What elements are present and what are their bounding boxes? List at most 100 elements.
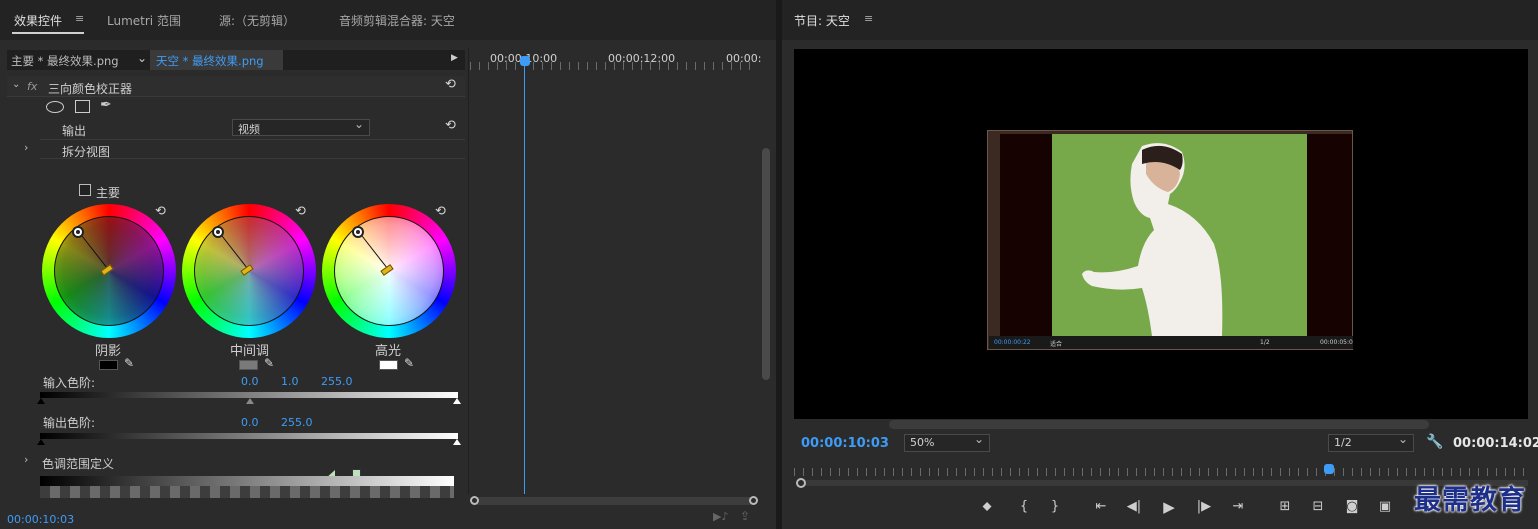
divider: [40, 158, 465, 159]
comparison-view-button[interactable]: ▣: [1374, 499, 1396, 514]
effect-controls-panel: 效果控件 ≡ Lumetri 范围 源:（无剪辑） 音频剪辑混合器: 天空 主要…: [0, 0, 776, 529]
disclosure-icon[interactable]: ⌄: [12, 79, 20, 90]
step-forward-button[interactable]: |▶: [1193, 499, 1215, 514]
output-levels-gradient: [40, 433, 458, 439]
step-back-button[interactable]: ◀|: [1123, 499, 1145, 514]
mini-timeline-ruler[interactable]: [794, 468, 1528, 476]
footer-timecode[interactable]: 00:00:10:03: [7, 513, 74, 526]
wrench-icon[interactable]: 🔧: [1426, 434, 1443, 450]
inner-fit: 适合: [1050, 341, 1063, 348]
current-timecode[interactable]: 00:00:10:03: [801, 436, 889, 451]
chevron-right-icon[interactable]: ›: [24, 141, 28, 154]
reset-icon[interactable]: ⟲: [445, 77, 456, 92]
shadows-swatch[interactable]: [99, 360, 118, 370]
mini-playhead[interactable]: [1324, 464, 1334, 474]
ruler-tick-label: 00:00:12:00: [608, 52, 676, 65]
output-select-value: 视频: [238, 123, 260, 136]
shadows-label: 阴影: [95, 344, 122, 359]
midtones-swatch[interactable]: [239, 360, 258, 370]
mark-in-button[interactable]: {: [1013, 499, 1035, 514]
output-white-value[interactable]: 255.0: [281, 416, 313, 429]
pen-mask-icon[interactable]: ✒: [100, 97, 112, 113]
playhead[interactable]: [520, 56, 530, 66]
fx-badge[interactable]: fx: [27, 80, 37, 93]
tonal-range-gradient: [40, 476, 454, 486]
wheel-handle[interactable]: [212, 226, 224, 238]
input-white-slider[interactable]: [453, 398, 461, 404]
reset-icon[interactable]: ⟲: [295, 204, 306, 219]
input-white-value[interactable]: 255.0: [321, 375, 353, 388]
inner-timecode: 00:00:00:22: [994, 339, 1031, 346]
eyedropper-icon[interactable]: ✎: [124, 356, 134, 370]
clip-tab-master[interactable]: 主要 * 最终效果.png: [11, 53, 119, 69]
input-gamma-value[interactable]: 1.0: [281, 375, 299, 388]
wheel-handle[interactable]: [72, 226, 84, 238]
output-label: 输出: [62, 124, 87, 138]
eyedropper-icon[interactable]: ✎: [404, 356, 414, 370]
frame-dark-left: [1000, 134, 1052, 336]
output-select[interactable]: 视频: [232, 117, 370, 136]
zoom-scrollbar[interactable]: [474, 497, 754, 505]
wheel-handle[interactable]: [352, 226, 364, 238]
highlights-color-wheel[interactable]: [322, 204, 456, 338]
go-to-in-button[interactable]: ⇤: [1090, 499, 1112, 514]
play-arrow-icon[interactable]: ▶: [451, 53, 458, 63]
vertical-scrollbar[interactable]: [762, 148, 770, 380]
zoom-select[interactable]: 50%: [904, 432, 990, 452]
input-black-slider[interactable]: [37, 398, 45, 404]
reset-icon[interactable]: ⟲: [435, 204, 446, 219]
chevron-right-icon[interactable]: ›: [24, 453, 28, 466]
divider: [40, 139, 465, 140]
inner-preview-bar: [989, 336, 1353, 349]
effect-timeline[interactable]: [468, 48, 760, 494]
in-point-handle[interactable]: [796, 478, 806, 488]
master-label: 主要: [96, 186, 121, 200]
zoom-handle-left[interactable]: [470, 496, 479, 505]
tab-effect-controls[interactable]: 效果控件: [14, 12, 62, 29]
tab-audio-clip-mixer[interactable]: 音频剪辑混合器: 天空: [339, 12, 455, 29]
ellipse-mask-icon[interactable]: [46, 101, 64, 113]
frame-dark-right: [1307, 134, 1352, 336]
go-to-out-button[interactable]: ⇥: [1227, 499, 1249, 514]
midtones-color-wheel[interactable]: [182, 204, 316, 338]
tab-active-underline: [12, 32, 84, 34]
input-levels-label: 输入色阶:: [43, 376, 96, 390]
output-black-value[interactable]: 0.0: [241, 416, 259, 429]
viewer-scrollbar[interactable]: [889, 420, 1429, 429]
tab-lumetri-scopes[interactable]: Lumetri 范围: [107, 12, 181, 29]
zoom-handle-right[interactable]: [749, 496, 758, 505]
play-button[interactable]: ▶: [1158, 498, 1180, 516]
mark-out-button[interactable]: }: [1044, 499, 1066, 514]
output-white-slider[interactable]: [453, 439, 461, 445]
camera-icon[interactable]: ◙: [1341, 499, 1363, 514]
program-monitor-title[interactable]: 节目: 天空: [794, 12, 850, 29]
highlights-label: 高光: [375, 344, 402, 359]
add-marker-button[interactable]: ⬥: [976, 499, 998, 514]
insert-button[interactable]: ⊞: [1274, 499, 1296, 514]
tonal-range-checker: [40, 486, 454, 498]
tab-source[interactable]: 源:（无剪辑）: [219, 12, 295, 29]
resolution-select[interactable]: 1/2: [1328, 432, 1414, 452]
panel-tab-bar: [782, 0, 1538, 40]
play-only-audio-icon[interactable]: ▶♪: [713, 510, 728, 523]
chevron-down-icon[interactable]: ⌄: [137, 51, 147, 65]
shadows-color-wheel[interactable]: [42, 204, 176, 338]
eyedropper-icon[interactable]: ✎: [264, 356, 274, 370]
rectangle-mask-icon[interactable]: [75, 100, 90, 113]
panel-menu-icon[interactable]: ≡: [864, 12, 873, 25]
clip-tab-sequence-label: 天空 * 最终效果.png: [156, 54, 264, 68]
reset-icon[interactable]: ⟲: [445, 118, 456, 133]
reset-icon[interactable]: ⟲: [155, 204, 166, 219]
panel-menu-icon[interactable]: ≡: [75, 12, 84, 25]
master-checkbox[interactable]: [79, 184, 91, 196]
watermark-logo: 最需教育: [1414, 485, 1526, 516]
ruler-tick-label: 00:00:: [726, 52, 762, 65]
input-gamma-slider[interactable]: [246, 398, 254, 404]
output-black-slider[interactable]: [37, 439, 45, 445]
overwrite-button[interactable]: ⊟: [1307, 499, 1329, 514]
highlights-swatch[interactable]: [379, 360, 398, 370]
input-black-value[interactable]: 0.0: [241, 375, 259, 388]
effect-name: 三向颜色校正器: [48, 82, 133, 96]
person-figure: [1082, 143, 1223, 336]
export-icon[interactable]: ⇪: [740, 509, 750, 523]
